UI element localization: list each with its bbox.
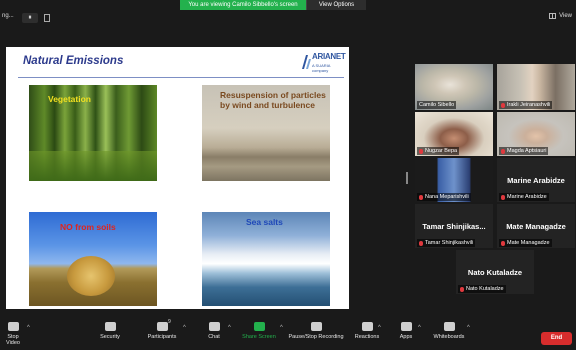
grid-view-icon: [549, 13, 557, 19]
participant-name: Irakli Jeiranashvili: [499, 101, 553, 109]
participant-tile[interactable]: Magda Aptsiauri: [497, 112, 575, 156]
participant-name: Nana Meparishvili: [417, 193, 471, 201]
whiteboards-label: Whiteboards: [433, 334, 465, 340]
meeting-toolbar: Stop Video ^ Security Participants 9 ^ C…: [0, 318, 576, 350]
participant-tile[interactable]: Nugzar Bepa: [415, 112, 493, 156]
slide-title: Natural Emissions: [23, 55, 124, 67]
mic-muted-icon: [501, 194, 505, 200]
pause-share-button[interactable]: ⏸: [22, 13, 38, 23]
participant-name: Tamar Shinjikashvili: [417, 239, 476, 247]
video-camera-icon: [7, 322, 19, 331]
pause-recording-label: Pause/Stop Recording: [288, 334, 344, 340]
participants-options-caret[interactable]: ^: [183, 325, 186, 331]
shield-icon: [104, 322, 116, 331]
share-options-caret[interactable]: ^: [280, 325, 283, 331]
chat-label: Chat: [208, 334, 220, 340]
participant-tile[interactable]: Nato Kutaladze Nato Kutaladze: [456, 250, 534, 294]
slide-divider: [18, 77, 344, 78]
participants-count: 9: [168, 319, 171, 325]
mic-muted-icon: [460, 286, 464, 292]
participant-display-name: Tamar Shinjikas...: [422, 222, 486, 231]
pause-stop-icon: [310, 322, 322, 331]
stop-video-button[interactable]: Stop Video: [0, 322, 26, 346]
arianet-logo: ARIANET A SUARIA company: [302, 52, 346, 73]
sea-salts-label: Sea salts: [246, 217, 283, 227]
participant-name: Mate Managadze: [499, 239, 552, 247]
whiteboards-options-caret[interactable]: ^: [467, 325, 470, 331]
apps-options-caret[interactable]: ^: [418, 325, 421, 331]
reactions-label: Reactions: [354, 334, 380, 340]
participant-name: Marine Arabidze: [499, 193, 549, 201]
mic-muted-icon: [501, 148, 505, 154]
reactions-button[interactable]: Reactions: [353, 322, 381, 340]
security-button[interactable]: Security: [97, 322, 123, 340]
view-menu-button[interactable]: View: [549, 13, 572, 19]
mic-muted-icon: [419, 240, 423, 246]
logo-text: ARIANET: [312, 52, 346, 61]
chat-bubble-icon: [208, 322, 220, 331]
apps-button[interactable]: Apps: [398, 322, 414, 340]
whiteboards-button[interactable]: Whiteboards: [432, 322, 466, 340]
participant-tile[interactable]: Tamar Shinjikas... Tamar Shinjikashvili: [415, 204, 493, 248]
mic-muted-icon: [501, 240, 505, 246]
participant-name: Nato Kutaladze: [458, 285, 506, 293]
mic-muted-icon: [419, 148, 423, 154]
view-label: View: [559, 13, 572, 19]
whiteboard-icon: [443, 322, 455, 331]
participant-name: Magda Aptsiauri: [499, 147, 549, 155]
soils-label: NO from soils: [60, 222, 116, 232]
participant-display-name: Nato Kutaladze: [467, 268, 523, 277]
chat-options-caret[interactable]: ^: [228, 325, 231, 331]
participant-display-name: Marine Arabidze: [507, 176, 565, 185]
reactions-options-caret[interactable]: ^: [378, 325, 381, 331]
security-label: Security: [100, 334, 120, 340]
resuspension-label: Resuspension of particles by wind and tu…: [220, 90, 326, 110]
chat-button[interactable]: Chat: [204, 322, 224, 340]
panel-resize-handle[interactable]: [406, 172, 408, 184]
logo-subtitle: A SUARIA company: [312, 63, 331, 73]
vegetation-label: Vegetation: [48, 94, 91, 104]
participant-tile[interactable]: Mate Managadze Mate Managadze: [497, 204, 575, 248]
participant-name: Camilo Sibello: [417, 101, 457, 109]
participant-tile[interactable]: Nana Meparishvili: [415, 158, 493, 202]
view-options-button[interactable]: View Options: [306, 0, 366, 10]
share-screen-label: Share Screen: [242, 334, 276, 340]
window-toggle-icon[interactable]: [44, 14, 50, 22]
participant-tile[interactable]: Camilo Sibello: [415, 64, 493, 110]
share-screen-button[interactable]: Share Screen: [240, 322, 278, 340]
video-options-caret[interactable]: ^: [27, 325, 30, 331]
share-arrow-icon: [253, 322, 265, 331]
smiley-icon: [361, 322, 373, 331]
apps-label: Apps: [399, 334, 413, 340]
participant-display-name: Mate Managadze: [506, 222, 566, 231]
participants-label: Participants: [147, 334, 177, 340]
participants-button[interactable]: Participants: [145, 322, 179, 340]
arianet-logo-mark: [302, 55, 311, 69]
pause-stop-recording-button[interactable]: Pause/Stop Recording: [286, 322, 346, 340]
participant-tile[interactable]: Irakli Jeiranashvili: [497, 64, 575, 110]
mic-muted-icon: [419, 194, 423, 200]
people-icon: [156, 322, 168, 331]
end-meeting-button[interactable]: End: [541, 332, 572, 345]
meeting-title: ng...: [2, 13, 14, 19]
viewing-screen-notice: You are viewing Camilo Sibbello's screen: [180, 0, 306, 10]
hay-bale: [67, 256, 115, 296]
shared-slide: Natural Emissions ARIANET A SUARIA compa…: [6, 47, 349, 309]
screen-share-banner: You are viewing Camilo Sibbello's screen…: [180, 0, 366, 10]
participant-name: Nugzar Bepa: [417, 147, 460, 155]
apps-grid-icon: [400, 322, 412, 331]
mic-muted-icon: [501, 102, 505, 108]
participant-tile[interactable]: Marine Arabidze Marine Arabidze: [497, 158, 575, 202]
stop-video-label: Stop Video: [6, 334, 20, 346]
